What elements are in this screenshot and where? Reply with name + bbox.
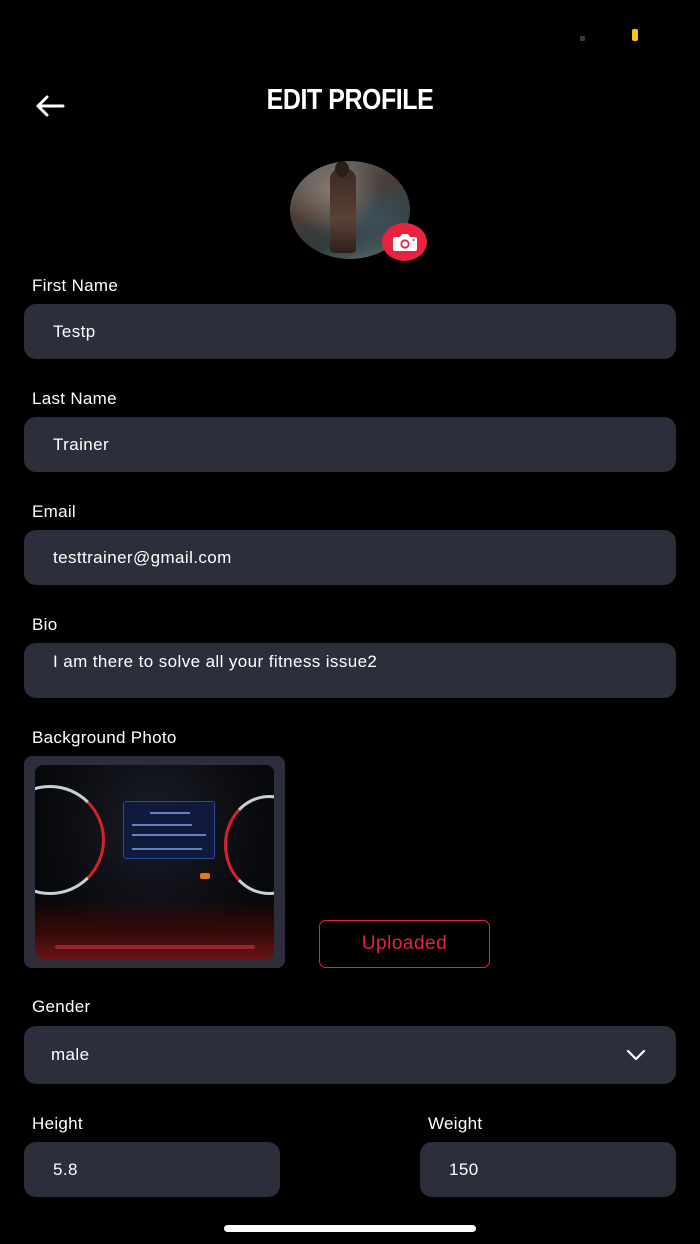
first-name-field[interactable]: Testp [24,304,676,359]
edit-profile-screen: EDIT PROFILE First Name Testp Last Name … [0,0,700,1244]
weight-label: Weight [428,1114,483,1133]
background-photo-frame[interactable] [24,756,285,968]
battery-icon [632,29,638,41]
background-photo-image [35,765,274,959]
height-label: Height [32,1114,83,1133]
gender-select[interactable]: male [24,1026,676,1084]
background-photo-label: Background Photo [32,728,177,747]
gender-label: Gender [32,997,91,1016]
bio-label: Bio [32,615,58,634]
chevron-down-icon [626,1049,646,1061]
page-title: EDIT PROFILE [266,84,434,116]
camera-icon [392,234,417,251]
bio-field[interactable]: I am there to solve all your fitness iss… [24,643,676,698]
weight-field[interactable]: 150 [420,1142,676,1197]
last-name-field[interactable]: Trainer [24,417,676,472]
height-field[interactable]: 5.8 [24,1142,280,1197]
home-indicator [224,1225,476,1232]
last-name-label: Last Name [32,389,117,408]
gender-value: male [51,1045,90,1064]
email-field[interactable]: testtrainer@gmail.com [24,530,676,585]
first-name-label: First Name [32,276,119,295]
uploaded-button[interactable]: Uploaded [319,920,490,968]
signal-indicator [580,36,585,41]
email-label: Email [32,502,77,521]
change-photo-button[interactable] [382,223,427,261]
